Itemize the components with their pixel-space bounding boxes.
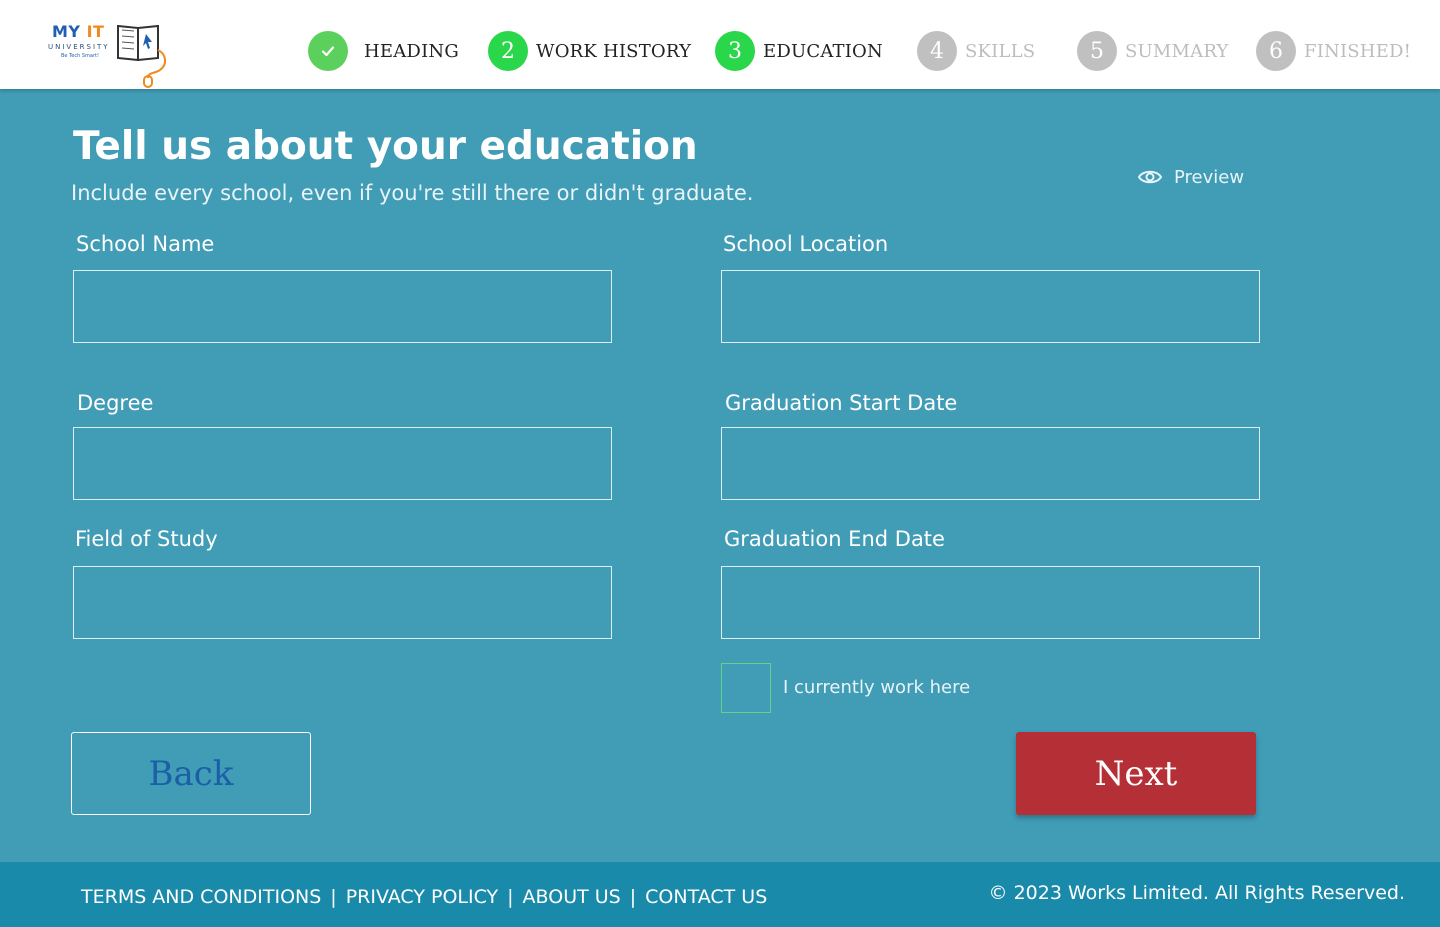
logo-brand-text: MY IT <box>52 22 104 41</box>
graduation-end-date-label: Graduation End Date <box>724 527 945 551</box>
eye-icon <box>1137 164 1163 190</box>
preview-button[interactable]: Preview <box>1137 164 1244 190</box>
step-label: WORK HISTORY <box>536 40 692 62</box>
copyright-text: © 2023 Works Limited. All Rights Reserve… <box>988 882 1405 904</box>
contact-link[interactable]: CONTACT US <box>645 886 767 908</box>
footer-links: TERMS AND CONDITIONS | PRIVACY POLICY | … <box>81 886 767 908</box>
logo-it: IT <box>86 22 105 41</box>
school-location-label: School Location <box>723 232 889 256</box>
book-mouse-icon <box>117 24 166 88</box>
step-education[interactable]: 3 EDUCATION <box>715 31 883 71</box>
school-location-input[interactable] <box>721 270 1260 343</box>
school-name-input[interactable] <box>73 270 612 343</box>
footer-separator: | <box>330 886 337 908</box>
back-button[interactable]: Back <box>71 732 311 815</box>
step-label: EDUCATION <box>763 40 883 62</box>
graduation-start-date-input[interactable] <box>721 427 1260 500</box>
page-subtitle: Include every school, even if you're sti… <box>71 181 754 205</box>
step-summary[interactable]: 5 SUMMARY <box>1077 31 1229 71</box>
currently-work-label: I currently work here <box>783 677 971 698</box>
step-label: SUMMARY <box>1125 40 1229 62</box>
field-of-study-label: Field of Study <box>75 527 218 551</box>
step-label: FINISHED! <box>1304 40 1412 62</box>
step-number: 6 <box>1256 31 1296 71</box>
logo-my: MY <box>52 22 81 41</box>
footer-separator: | <box>629 886 637 908</box>
step-work-history[interactable]: 2 WORK HISTORY <box>488 31 691 71</box>
step-skills[interactable]: 4 SKILLS <box>917 31 1035 71</box>
page-title: Tell us about your education <box>73 124 698 169</box>
logo-tagline: Be Tech Smart! <box>61 53 100 59</box>
school-name-label: School Name <box>76 232 215 256</box>
footer-separator: | <box>507 886 514 908</box>
degree-label: Degree <box>77 391 154 415</box>
step-number: 4 <box>917 31 957 71</box>
field-of-study-input[interactable] <box>73 566 612 639</box>
step-number: 2 <box>488 31 528 71</box>
step-number: 5 <box>1077 31 1117 71</box>
footer: TERMS AND CONDITIONS | PRIVACY POLICY | … <box>0 862 1440 927</box>
degree-input[interactable] <box>73 427 612 500</box>
step-finished[interactable]: 6 FINISHED! <box>1256 31 1411 71</box>
step-label: SKILLS <box>965 40 1036 62</box>
logo-university-text: UNIVERSITY <box>48 43 110 51</box>
step-heading[interactable]: HEADING <box>308 31 459 71</box>
graduation-start-date-label: Graduation Start Date <box>725 391 958 415</box>
check-icon <box>308 31 348 71</box>
about-link[interactable]: ABOUT US <box>523 886 621 908</box>
preview-label: Preview <box>1174 166 1245 188</box>
top-header: MY IT UNIVERSITY Be Tech Smart! HEADING … <box>0 0 1440 89</box>
step-number: 3 <box>715 31 755 71</box>
next-button[interactable]: Next <box>1016 732 1256 815</box>
my-it-university-logo[interactable]: MY IT UNIVERSITY Be Tech Smart! <box>46 16 176 88</box>
step-label: HEADING <box>364 40 459 62</box>
currently-work-checkbox[interactable] <box>721 663 771 713</box>
privacy-link[interactable]: PRIVACY POLICY <box>346 886 498 908</box>
graduation-end-date-input[interactable] <box>721 566 1260 639</box>
terms-link[interactable]: TERMS AND CONDITIONS <box>81 886 321 908</box>
